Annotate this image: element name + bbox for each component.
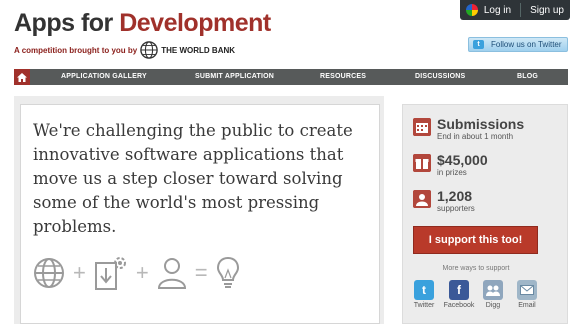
more-ways-label: More ways to support bbox=[442, 265, 510, 272]
tagline: A competition brought to you by THE WORL… bbox=[14, 41, 271, 59]
main-nav: APPLICATION GALLERY SUBMIT APPLICATION R… bbox=[14, 69, 568, 85]
plus-operator-2: + bbox=[135, 260, 149, 285]
site-logo[interactable]: Apps for Development A competition broug… bbox=[14, 10, 271, 59]
share-twitter[interactable]: t Twitter bbox=[407, 280, 441, 309]
gift-icon bbox=[413, 154, 431, 172]
supporters-label: supporters bbox=[437, 204, 475, 213]
share-email[interactable]: Email bbox=[510, 280, 544, 309]
nav-application-gallery[interactable]: APPLICATION GALLERY bbox=[61, 73, 147, 80]
share-twitter-label: Twitter bbox=[413, 302, 435, 309]
home-icon bbox=[17, 72, 27, 82]
hero-statement: We're challenging the public to create i… bbox=[33, 121, 353, 236]
download-gear-icon bbox=[94, 257, 126, 290]
submissions-deadline: End in about 1 month bbox=[437, 132, 514, 141]
supporters-icon bbox=[413, 190, 431, 208]
hero-panel: We're challenging the public to create i… bbox=[20, 104, 380, 324]
share-facebook[interactable]: f Facebook bbox=[442, 280, 476, 309]
prizes-value: $45,000 bbox=[437, 152, 488, 168]
site-title[interactable]: Apps for Development bbox=[14, 10, 271, 37]
share-digg[interactable]: Digg bbox=[476, 280, 510, 309]
auth-divider bbox=[520, 3, 522, 17]
follow-twitter-label: Follow us on Twitter bbox=[491, 40, 562, 49]
tagline-text: A competition brought to you by bbox=[14, 45, 138, 55]
supporters-stat: 1,208 supporters bbox=[413, 188, 475, 214]
person-icon bbox=[157, 258, 186, 289]
twitter-icon: t bbox=[414, 280, 434, 300]
prizes-stat: $45,000 in prizes bbox=[413, 152, 488, 178]
hero-equation: + + = bbox=[33, 255, 240, 291]
nav-blog[interactable]: BLOG bbox=[517, 73, 538, 80]
twitter-icon: t bbox=[473, 40, 484, 49]
nav-resources[interactable]: RESOURCES bbox=[320, 73, 366, 80]
globe-icon bbox=[34, 258, 64, 288]
login-link[interactable]: Log in bbox=[484, 5, 511, 16]
submissions-title: Submissions bbox=[437, 116, 525, 132]
email-icon bbox=[517, 280, 537, 300]
calendar-icon bbox=[413, 118, 431, 136]
facebook-icon: f bbox=[449, 280, 469, 300]
share-digg-label: Digg bbox=[485, 302, 501, 309]
google-login-icon bbox=[465, 4, 478, 16]
plus-operator: + bbox=[73, 260, 86, 285]
follow-twitter-button[interactable]: t Follow us on Twitter bbox=[468, 37, 568, 52]
auth-bar: Log in Sign up bbox=[459, 0, 570, 20]
campaign-sidebar: Submissions End in about 1 month $45,000… bbox=[402, 104, 568, 324]
lightbulb-icon bbox=[216, 256, 239, 288]
digg-icon bbox=[483, 280, 503, 300]
nav-submit-application[interactable]: SUBMIT APPLICATION bbox=[195, 73, 274, 80]
world-bank-globe-icon bbox=[140, 41, 159, 59]
sponsor-name: THE WORLD BANK bbox=[161, 45, 236, 55]
share-facebook-label: Facebook bbox=[443, 302, 475, 309]
share-email-label: Email bbox=[518, 302, 536, 309]
signup-link[interactable]: Sign up bbox=[530, 5, 564, 16]
equals-operator: = bbox=[194, 260, 208, 285]
nav-home-button[interactable] bbox=[14, 69, 30, 85]
nav-discussions[interactable]: DISCUSSIONS bbox=[415, 73, 465, 80]
site-title-part1: Apps for bbox=[14, 9, 120, 37]
prizes-label: in prizes bbox=[437, 168, 467, 177]
supporters-value: 1,208 bbox=[437, 188, 473, 204]
site-title-part2: Development bbox=[119, 9, 271, 37]
support-button[interactable]: I support this too! bbox=[413, 226, 538, 254]
submissions-stat: Submissions End in about 1 month bbox=[413, 116, 524, 142]
